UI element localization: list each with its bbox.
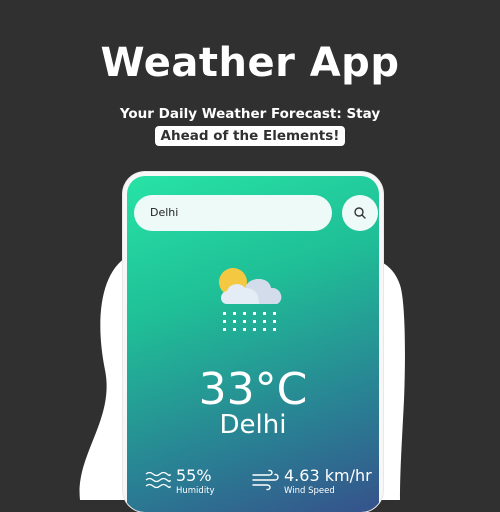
temperature-display: 33°C [198, 364, 308, 415]
humidity-label: Humidity [176, 486, 215, 496]
partly-cloudy-snow-icon [219, 268, 282, 331]
city-name: Delhi [219, 410, 287, 440]
search-input[interactable]: Delhi [134, 195, 332, 231]
humidity-icon [145, 471, 171, 489]
search-icon [354, 207, 366, 219]
wind-icon [252, 469, 279, 491]
phone-frame: Delhi 33°C Delhi 55% Humidity 4.63 km/hr… [123, 172, 383, 512]
search-button[interactable] [342, 195, 378, 231]
humidity-value: 55% [176, 466, 212, 485]
wind-speed-label: Wind Speed [284, 486, 335, 496]
wind-speed-value: 4.63 km/hr [284, 466, 372, 485]
app-screen: Delhi 33°C Delhi 55% Humidity 4.63 km/hr… [127, 176, 379, 512]
